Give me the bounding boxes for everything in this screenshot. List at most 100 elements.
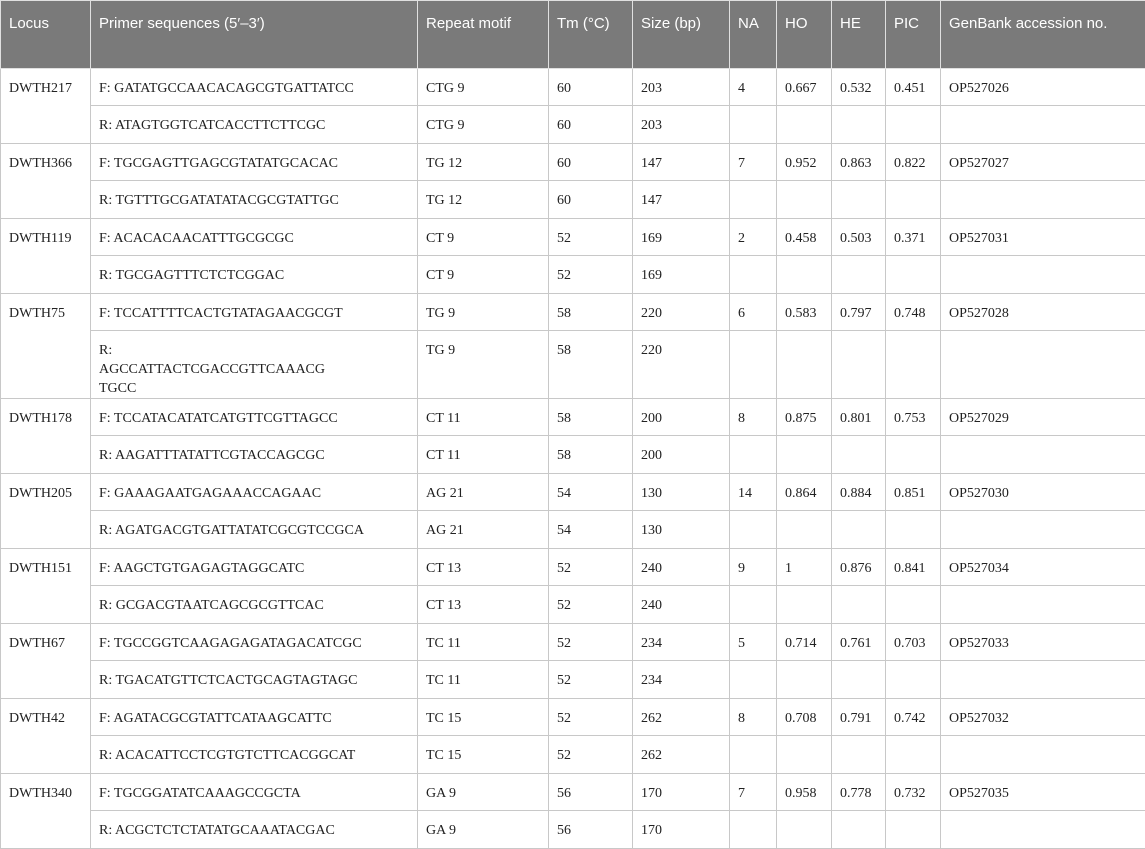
tm-cell: 60	[549, 181, 633, 219]
tm-cell: 58	[549, 294, 633, 331]
empty-cell	[730, 106, 777, 144]
empty-cell	[777, 511, 832, 549]
empty-cell	[832, 511, 886, 549]
empty-cell	[730, 736, 777, 774]
pic-cell: 0.742	[886, 699, 941, 736]
empty-cell	[777, 811, 832, 849]
locus-cell: DWTH178	[1, 399, 91, 474]
empty-cell	[730, 181, 777, 219]
repeat-motif-cell: GA 9	[418, 774, 549, 811]
tm-cell: 58	[549, 436, 633, 474]
repeat-motif-cell: TC 15	[418, 736, 549, 774]
header-pic: PIC	[886, 1, 941, 69]
empty-cell	[730, 586, 777, 624]
empty-cell	[777, 331, 832, 399]
empty-cell	[941, 811, 1145, 849]
ho-cell: 0.714	[777, 624, 832, 661]
header-ho: HO	[777, 1, 832, 69]
size-cell: 130	[633, 511, 730, 549]
empty-cell	[832, 181, 886, 219]
ho-cell: 0.875	[777, 399, 832, 436]
empty-cell	[777, 181, 832, 219]
accession-cell: OP527026	[941, 69, 1145, 106]
repeat-motif-cell: TC 11	[418, 624, 549, 661]
table-row: DWTH151 F: AAGCTGTGAGAGTAGGCATC CT 13 52…	[1, 549, 1145, 586]
size-cell: 203	[633, 69, 730, 106]
locus-cell: DWTH366	[1, 144, 91, 219]
forward-primer-cell: F: AAGCTGTGAGAGTAGGCATC	[91, 549, 418, 586]
size-cell: 170	[633, 811, 730, 849]
reverse-primer-cell: R: AGATGACGTGATTATATCGCGTCCGCA	[91, 511, 418, 549]
tm-cell: 52	[549, 219, 633, 256]
pic-cell: 0.841	[886, 549, 941, 586]
empty-cell	[832, 661, 886, 699]
he-cell: 0.876	[832, 549, 886, 586]
reverse-primer-cell: R: ACACATTCCTCGTGTCTTCACGGCAT	[91, 736, 418, 774]
accession-cell: OP527030	[941, 474, 1145, 511]
forward-primer-cell: F: GATATGCCAACACAGCGTGATTATCC	[91, 69, 418, 106]
empty-cell	[777, 256, 832, 294]
tm-cell: 52	[549, 586, 633, 624]
header-locus: Locus	[1, 1, 91, 69]
table-row: R: ATAGTGGTCATCACCTTCTTCGC CTG 9 60 203	[1, 106, 1145, 144]
accession-cell: OP527033	[941, 624, 1145, 661]
table-row: DWTH178 F: TCCATACATATCATGTTCGTTAGCC CT …	[1, 399, 1145, 436]
he-cell: 0.532	[832, 69, 886, 106]
tm-cell: 52	[549, 736, 633, 774]
size-cell: 240	[633, 549, 730, 586]
header-primer-sequences: Primer sequences (5′–3′)	[91, 1, 418, 69]
ho-cell: 0.458	[777, 219, 832, 256]
empty-cell	[832, 256, 886, 294]
empty-cell	[832, 586, 886, 624]
table-row: DWTH42 F: AGATACGCGTATTCATAAGCATTC TC 15…	[1, 699, 1145, 736]
accession-cell: OP527028	[941, 294, 1145, 331]
repeat-motif-cell: CT 9	[418, 256, 549, 294]
repeat-motif-cell: TG 9	[418, 331, 549, 399]
accession-cell: OP527027	[941, 144, 1145, 181]
repeat-motif-cell: CTG 9	[418, 69, 549, 106]
tm-cell: 52	[549, 661, 633, 699]
ho-cell: 0.667	[777, 69, 832, 106]
empty-cell	[886, 436, 941, 474]
forward-primer-cell: F: TGCGAGTTGAGCGTATATGCACAC	[91, 144, 418, 181]
empty-cell	[941, 256, 1145, 294]
empty-cell	[730, 511, 777, 549]
empty-cell	[730, 436, 777, 474]
repeat-motif-cell: CT 11	[418, 436, 549, 474]
empty-cell	[832, 736, 886, 774]
repeat-motif-cell: TG 12	[418, 144, 549, 181]
he-cell: 0.778	[832, 774, 886, 811]
empty-cell	[730, 661, 777, 699]
tm-cell: 54	[549, 474, 633, 511]
na-cell: 6	[730, 294, 777, 331]
repeat-motif-cell: AG 21	[418, 511, 549, 549]
na-cell: 9	[730, 549, 777, 586]
accession-cell: OP527034	[941, 549, 1145, 586]
empty-cell	[941, 331, 1145, 399]
he-cell: 0.801	[832, 399, 886, 436]
tm-cell: 56	[549, 774, 633, 811]
size-cell: 220	[633, 294, 730, 331]
empty-cell	[941, 736, 1145, 774]
size-cell: 234	[633, 661, 730, 699]
table-row: R: ACACATTCCTCGTGTCTTCACGGCAT TC 15 52 2…	[1, 736, 1145, 774]
empty-cell	[832, 106, 886, 144]
tm-cell: 54	[549, 511, 633, 549]
table-row: R: TGACATGTTCTCACTGCAGTAGTAGC TC 11 52 2…	[1, 661, 1145, 699]
table-row: R: ACGCTCTCTATATGCAAATACGAC GA 9 56 170	[1, 811, 1145, 849]
repeat-motif-cell: CT 11	[418, 399, 549, 436]
na-cell: 7	[730, 144, 777, 181]
tm-cell: 52	[549, 699, 633, 736]
he-cell: 0.884	[832, 474, 886, 511]
na-cell: 8	[730, 399, 777, 436]
empty-cell	[730, 811, 777, 849]
table-row: R: AAGATTTATATTCGTACCAGCGC CT 11 58 200	[1, 436, 1145, 474]
empty-cell	[941, 511, 1145, 549]
tm-cell: 52	[549, 256, 633, 294]
accession-cell: OP527029	[941, 399, 1145, 436]
size-cell: 170	[633, 774, 730, 811]
table-row: R: AGATGACGTGATTATATCGCGTCCGCA AG 21 54 …	[1, 511, 1145, 549]
forward-primer-cell: F: ACACACAACATTTGCGCGC	[91, 219, 418, 256]
table-row: DWTH217 F: GATATGCCAACACAGCGTGATTATCC CT…	[1, 69, 1145, 106]
empty-cell	[886, 256, 941, 294]
